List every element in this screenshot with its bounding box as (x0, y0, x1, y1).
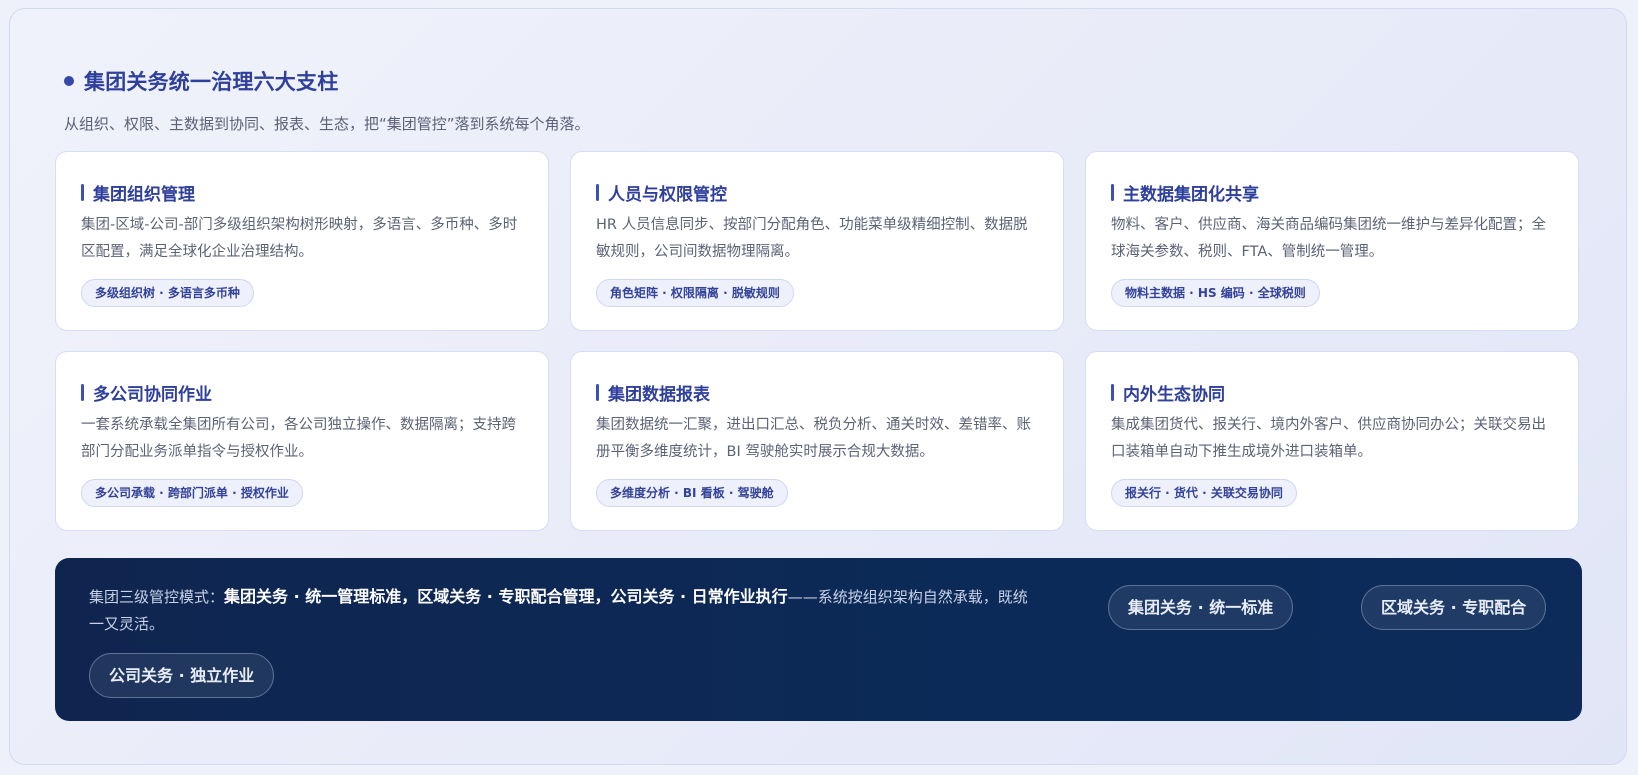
card-description: 一套系统承载全集团所有公司，各公司独立操作、数据隔离；支持跨部门分配业务派单指令… (81, 417, 516, 460)
section-heading: 集团关务统一治理六大支柱 (64, 65, 338, 97)
card-title: 多公司协同作业 (93, 384, 212, 405)
pillar-card-reports: 集团数据报表 集团数据统一汇聚，进出口汇总、税负分析、通关时效、差错率、账册平衡… (570, 351, 1064, 531)
card-title-wrap: 多公司协同作业 (81, 380, 524, 405)
card-tag: 物料主数据 · HS 编码 · 全球税则 (1111, 279, 1320, 307)
section-subtitle: 从组织、权限、主数据到协同、报表、生态，把“集团管控”落到系统每个角落。 (64, 115, 590, 133)
card-description: HR 人员信息同步、按部门分配角色、功能菜单级精细控制、数据脱敏规则，公司间数据… (596, 217, 1028, 260)
pill-group-customs[interactable]: 集团关务 · 统一标准 (1108, 585, 1294, 630)
governance-banner: 集团三级管控模式：集团关务 · 统一管理标准，区域关务 · 专职配合管理，公司关… (55, 558, 1582, 721)
card-description: 集成集团货代、报关行、境内外客户、供应商协同办公；关联交易出口装箱单自动下推生成… (1111, 417, 1546, 460)
accent-bar-icon (81, 183, 84, 201)
card-title-wrap: 人员与权限管控 (596, 180, 1039, 205)
card-tag: 多公司承载 · 跨部门派单 · 授权作业 (81, 479, 303, 507)
card-title-wrap: 集团组织管理 (81, 180, 524, 205)
banner-highlight: 集团关务 · 统一管理标准，区域关务 · 专职配合管理，公司关务 · 日常作业执… (224, 587, 788, 606)
banner-prefix: 集团三级管控模式： (89, 588, 225, 606)
card-title: 集团组织管理 (93, 184, 195, 205)
pillar-card-master-data: 主数据集团化共享 物料、客户、供应商、海关商品编码集团统一维护与差异化配置；全球… (1085, 151, 1579, 331)
pillar-card-multi-company: 多公司协同作业 一套系统承载全集团所有公司，各公司独立操作、数据隔离；支持跨部门… (55, 351, 549, 531)
card-title-wrap: 集团数据报表 (596, 380, 1039, 405)
card-tag: 多级组织树 · 多语言多币种 (81, 279, 254, 307)
banner-text: 集团三级管控模式：集团关务 · 统一管理标准，区域关务 · 专职配合管理，公司关… (89, 583, 1029, 638)
card-description: 物料、客户、供应商、海关商品编码集团统一维护与差异化配置；全球海关参数、税则、F… (1111, 217, 1546, 260)
pillar-cards-grid: 集团组织管理 集团-区域-公司-部门多级组织架构树形映射，多语言、多币种、多时区… (55, 151, 1582, 531)
accent-bar-icon (1111, 183, 1114, 201)
accent-bar-icon (1111, 383, 1114, 401)
card-tag: 多维度分析 · BI 看板 · 驾驶舱 (596, 479, 788, 507)
card-title: 主数据集团化共享 (1123, 184, 1259, 205)
card-tag: 角色矩阵 · 权限隔离 · 脱敏规则 (596, 279, 794, 307)
pill-regional-customs[interactable]: 区域关务 · 专职配合 (1361, 585, 1547, 630)
pillar-card-org: 集团组织管理 集团-区域-公司-部门多级组织架构树形映射，多语言、多币种、多时区… (55, 151, 549, 331)
pill-company-customs[interactable]: 公司关务 · 独立作业 (89, 653, 275, 698)
accent-bar-icon (596, 383, 599, 401)
bullet-dot-icon (64, 76, 74, 86)
pillar-card-permissions: 人员与权限管控 HR 人员信息同步、按部门分配角色、功能菜单级精细控制、数据脱敏… (570, 151, 1064, 331)
card-description: 集团-区域-公司-部门多级组织架构树形映射，多语言、多币种、多时区配置，满足全球… (81, 217, 518, 260)
pillar-card-ecosystem: 内外生态协同 集成集团货代、报关行、境内外客户、供应商协同办公；关联交易出口装箱… (1085, 351, 1579, 531)
card-title: 集团数据报表 (608, 384, 710, 405)
card-title: 人员与权限管控 (608, 184, 727, 205)
card-title-wrap: 内外生态协同 (1111, 380, 1554, 405)
card-title: 内外生态协同 (1123, 384, 1225, 405)
card-description: 集团数据统一汇聚，进出口汇总、税负分析、通关时效、差错率、账册平衡多维度统计，B… (596, 417, 1031, 460)
card-title-wrap: 主数据集团化共享 (1111, 180, 1554, 205)
section-title: 集团关务统一治理六大支柱 (84, 70, 339, 94)
accent-bar-icon (596, 183, 599, 201)
card-tag: 报关行 · 货代 · 关联交易协同 (1111, 479, 1297, 507)
accent-bar-icon (81, 383, 84, 401)
